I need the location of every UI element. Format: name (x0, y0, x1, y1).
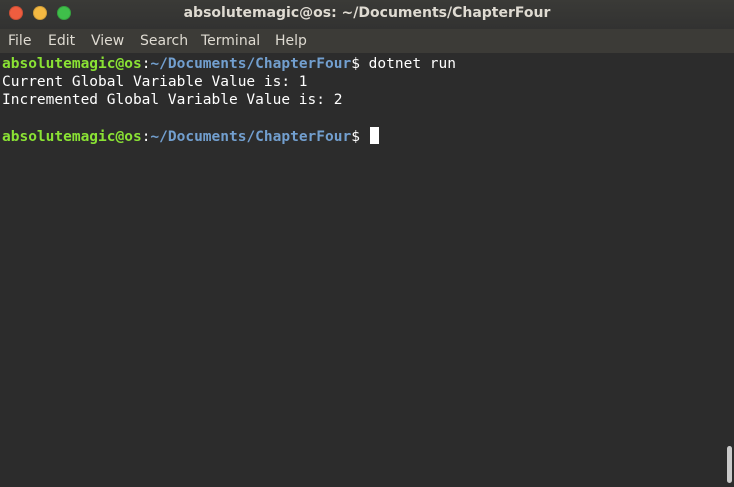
prompt-path: ~/Documents/ChapterFour (150, 56, 352, 72)
vertical-scrollbar[interactable] (722, 53, 734, 487)
prompt-path: ~/Documents/ChapterFour (150, 129, 352, 145)
prompt-symbol: $ (351, 56, 360, 72)
prompt-user: absolutemagic@os (2, 129, 142, 145)
command-line: absolutemagic@os:~/Documents/ChapterFour… (2, 55, 456, 73)
prompt-user: absolutemagic@os (2, 56, 142, 72)
output-line: Incremented Global Variable Value is: 2 (2, 92, 343, 108)
menu-view[interactable]: View (91, 33, 124, 49)
output-line: Current Global Variable Value is: 1 (2, 74, 308, 90)
text-cursor (369, 127, 379, 144)
prompt-symbol: $ (351, 129, 360, 145)
command-text: dotnet run (359, 56, 456, 72)
menu-file[interactable]: File (8, 33, 31, 49)
terminal-output-area[interactable]: absolutemagic@os:~/Documents/ChapterFour… (0, 53, 722, 487)
menu-help[interactable]: Help (275, 33, 307, 49)
active-prompt-line: absolutemagic@os:~/Documents/ChapterFour… (2, 127, 379, 145)
scrollbar-thumb[interactable] (727, 446, 732, 483)
menu-bar: File Edit View Search Terminal Help (0, 29, 734, 53)
window-title: absolutemagic@os: ~/Documents/ChapterFou… (183, 5, 551, 21)
menu-search[interactable]: Search (140, 33, 188, 49)
title-bar[interactable]: absolutemagic@os: ~/Documents/ChapterFou… (0, 0, 734, 29)
menu-terminal[interactable]: Terminal (201, 33, 260, 49)
menu-edit[interactable]: Edit (48, 33, 75, 49)
terminal-window: absolutemagic@os: ~/Documents/ChapterFou… (0, 0, 734, 487)
